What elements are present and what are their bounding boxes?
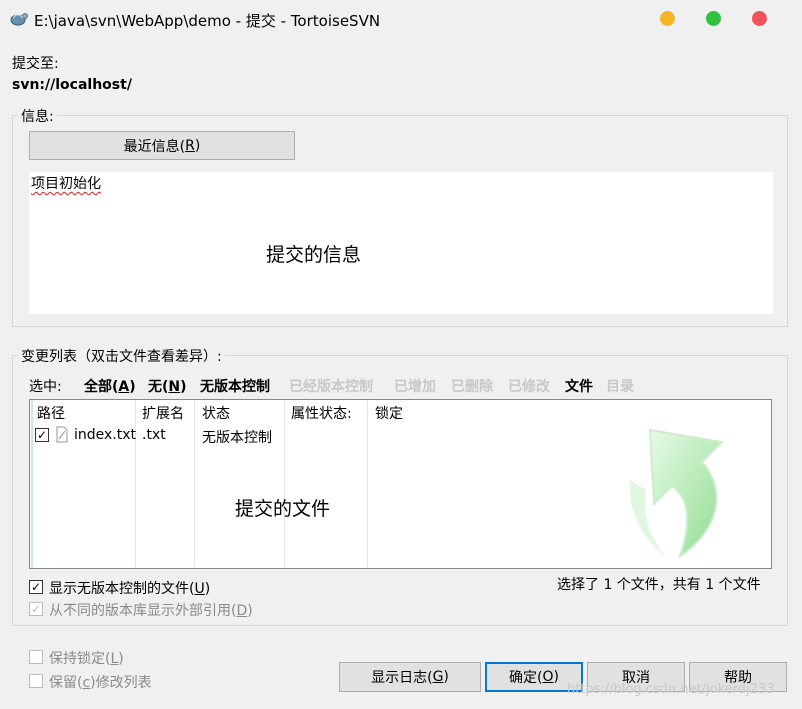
watermark-text: https://blog.csdn.net/jokerdj233 [567, 682, 775, 697]
selection-summary: 选择了 1 个文件，共有 1 个文件 [557, 577, 761, 593]
keep-locks-label[interactable]: 保持锁定(L) [49, 648, 124, 668]
recent-messages-label: 最近信息( [123, 138, 186, 155]
filter-versioned: 已经版本控制 [289, 379, 373, 395]
show-externals-label: 从不同的版本库显示外部引用(D) [49, 600, 253, 620]
commit-message-text: 项目初始化 [31, 176, 101, 192]
show-unversioned-accel: U [194, 581, 205, 597]
maximize-button[interactable] [706, 11, 721, 26]
keep-changelists-text-end: )修改列表 [90, 675, 152, 691]
minimize-button[interactable] [660, 11, 675, 26]
keep-changelists-label[interactable]: 保留(c)修改列表 [49, 672, 152, 692]
column-header-extension[interactable]: 扩展名 [142, 403, 184, 423]
filter-none[interactable]: 无(N) [148, 376, 187, 396]
column-divider[interactable] [284, 400, 285, 568]
changes-group-title: 变更列表（双击文件查看差异）: [18, 346, 225, 366]
filter-all-label-end: ) [129, 379, 136, 395]
column-divider[interactable] [194, 400, 195, 568]
show-externals-checkbox: ✓ [29, 602, 43, 616]
commit-url: svn://localhost/ [12, 77, 132, 93]
list-focus-edge [31, 400, 33, 568]
message-annotation: 提交的信息 [266, 244, 362, 266]
filter-modified: 已修改 [508, 379, 550, 395]
keep-changelists-text: 保留( [49, 675, 83, 691]
filter-added: 已增加 [394, 379, 436, 395]
keep-locks-text: 保持锁定( [49, 651, 111, 667]
filter-directories: 目录 [606, 379, 634, 395]
filter-all[interactable]: 全部(A) [84, 376, 136, 396]
filter-none-accel: N [168, 379, 181, 395]
column-divider[interactable] [367, 400, 368, 568]
row-extension: .txt [142, 427, 166, 443]
file-icon [55, 426, 69, 447]
close-button[interactable] [752, 11, 767, 26]
recent-messages-button[interactable]: 最近信息(R) [29, 131, 295, 160]
keep-locks-text-end: ) [118, 651, 124, 667]
commit-message-textarea[interactable] [29, 172, 773, 314]
show-externals-accel: D [236, 603, 248, 619]
commit-to-label: 提交至: [12, 56, 59, 72]
show-log-accel: G [432, 669, 444, 685]
show-unversioned-label[interactable]: 显示无版本控制的文件(U) [49, 578, 210, 598]
keep-changelists-checkbox[interactable] [29, 674, 43, 688]
filter-all-accel: A [118, 379, 130, 395]
ok-label-end: ) [553, 669, 559, 685]
row-path: index.txt [74, 427, 137, 443]
column-header-path[interactable]: 路径 [37, 403, 65, 423]
filter-none-label-end: ) [180, 379, 187, 395]
filter-files[interactable]: 文件 [565, 376, 593, 396]
row-status: 无版本控制 [202, 430, 272, 446]
tortoisesvn-icon [10, 10, 28, 26]
show-unversioned-checkbox[interactable]: ✓ [29, 580, 43, 594]
window-title: E:\java\svn\WebApp\demo - 提交 - TortoiseS… [34, 12, 381, 30]
show-externals-text: 从不同的版本库显示外部引用( [49, 603, 237, 619]
filter-none-label: 无( [148, 379, 169, 395]
column-header-property-status[interactable]: 属性状态: [291, 403, 352, 423]
show-unversioned-text: 显示无版本控制的文件( [49, 581, 195, 597]
column-header-status[interactable]: 状态 [202, 403, 230, 423]
recent-messages-label-end: ) [194, 137, 201, 154]
files-annotation: 提交的文件 [235, 498, 331, 520]
column-header-lock[interactable]: 锁定 [375, 403, 403, 423]
recent-messages-accel: R [185, 137, 195, 154]
ok-label: 确定( [509, 670, 543, 686]
filter-all-label: 全部( [84, 379, 119, 395]
commit-arrow-icon [610, 420, 735, 569]
keep-locks-checkbox[interactable] [29, 650, 43, 664]
show-unversioned-text-end: ) [204, 581, 211, 597]
show-externals-text-end: ) [247, 603, 253, 619]
message-group-title: 信息: [18, 106, 57, 126]
row-checkbox[interactable]: ✓ [35, 428, 49, 442]
select-label: 选中: [29, 379, 62, 395]
ok-accel: O [542, 669, 554, 685]
column-divider[interactable] [135, 400, 136, 568]
filter-unversioned[interactable]: 无版本控制 [200, 376, 270, 396]
show-log-label: 显示日志( [371, 670, 433, 686]
filter-deleted: 已删除 [451, 379, 493, 395]
show-log-label-end: ) [443, 669, 449, 685]
show-log-button[interactable]: 显示日志(G) [339, 662, 481, 692]
